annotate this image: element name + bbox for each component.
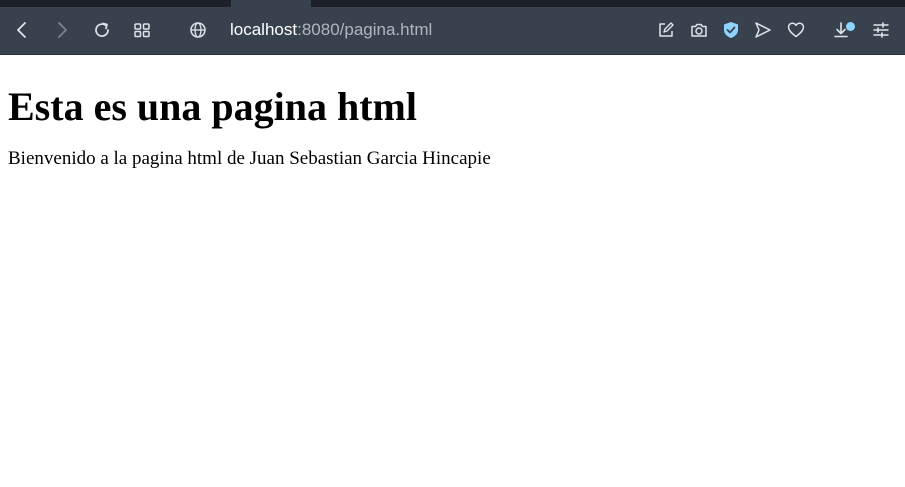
- share-button[interactable]: [654, 18, 678, 42]
- page-content: Esta es una pagina html Bienvenido a la …: [8, 55, 897, 170]
- favorite-button[interactable]: [784, 18, 808, 42]
- browser-toolbar: localhost:8080/pagina.html: [0, 7, 905, 55]
- reload-button[interactable]: [90, 18, 114, 42]
- tracker-blocker-button[interactable]: [719, 18, 743, 42]
- tab-strip: [0, 0, 905, 7]
- reload-icon: [95, 22, 109, 37]
- forward-button[interactable]: [50, 18, 74, 42]
- grid-icon: [134, 23, 150, 38]
- forward-icon: [58, 22, 67, 38]
- url-path: :8080/pagina.html: [297, 20, 433, 39]
- globe-icon: [190, 22, 206, 38]
- screenshot-button[interactable]: [687, 18, 711, 42]
- site-info-button[interactable]: [186, 18, 210, 42]
- download-badge: [846, 22, 855, 31]
- camera-icon: [691, 23, 707, 37]
- active-tab[interactable]: [231, 0, 311, 7]
- easy-setup-button[interactable]: [869, 18, 893, 42]
- edit-share-icon: [659, 22, 674, 37]
- back-icon: [17, 22, 26, 38]
- page-heading: Esta es una pagina html: [8, 84, 417, 129]
- url-host: localhost: [230, 20, 298, 39]
- speed-dial-button[interactable]: [130, 18, 154, 42]
- sliders-icon: [873, 22, 889, 38]
- send-icon: [755, 22, 771, 38]
- send-button[interactable]: [751, 18, 775, 42]
- page-paragraph: Bienvenido a la pagina html de Juan Seba…: [8, 148, 491, 169]
- shield-icon: [724, 22, 738, 38]
- address-bar[interactable]: localhost:8080/pagina.html: [230, 18, 432, 42]
- back-button[interactable]: [10, 18, 34, 42]
- heart-icon: [787, 22, 805, 38]
